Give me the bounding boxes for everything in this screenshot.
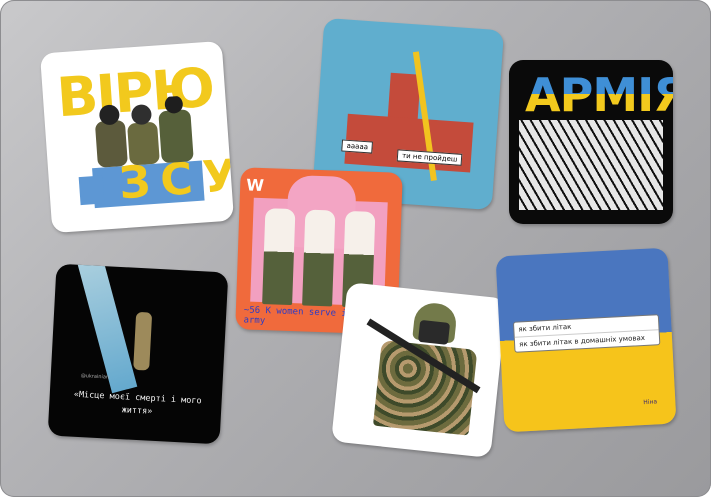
artist-signature: Ніна <box>643 398 658 407</box>
sticker-tag: @ukrainian <box>80 373 110 381</box>
sticker-armiya: АРМІЯ <box>509 60 673 224</box>
sticker-caption: «Місце моєї смерті і мого життя» <box>73 389 202 417</box>
balaclava-face <box>417 319 451 345</box>
soldier-figure <box>302 209 336 307</box>
crowd-illustration <box>519 120 663 210</box>
sticker-search: як збити літак як збити літак в домашніх… <box>495 247 677 433</box>
search-box: як збити літак як збити літак в домашніх… <box>512 314 661 353</box>
sticker-word: АРМІЯ <box>525 68 673 122</box>
sticker-beam: @ukrainian «Місце моєї смерті і мого жит… <box>47 263 229 445</box>
soldier-figure <box>262 208 296 306</box>
sign-left: ааааа <box>341 139 374 154</box>
soldier-figure <box>133 311 153 371</box>
sticker-woman-soldier <box>331 282 507 458</box>
sticker-virno: ВІРЮ в ЗСУ <box>39 40 235 234</box>
flag-shape-left <box>78 175 105 206</box>
corner-letter: W <box>245 175 265 196</box>
soldiers-illustration <box>95 95 194 168</box>
